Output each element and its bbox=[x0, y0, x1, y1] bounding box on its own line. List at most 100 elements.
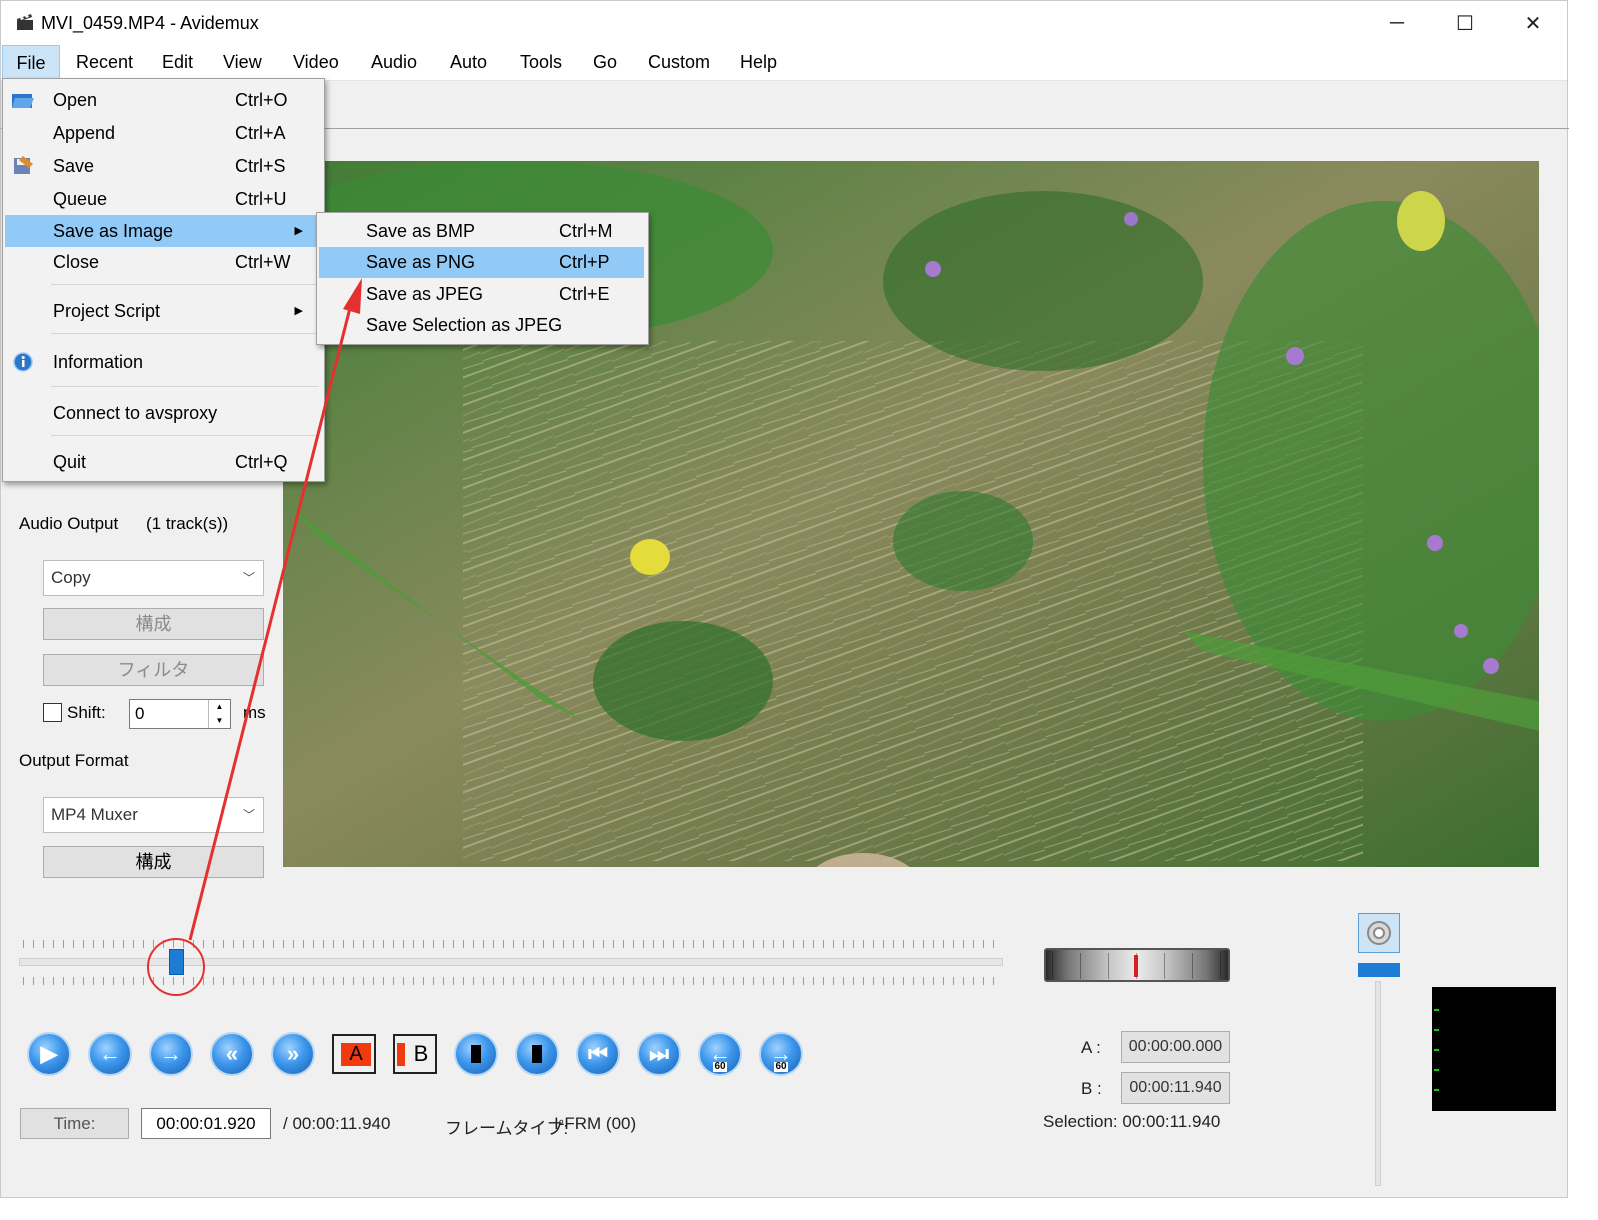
format-configure-button[interactable]: 構成 bbox=[43, 846, 264, 878]
menu-item-save-as-image[interactable]: Save as Image ▶ bbox=[5, 215, 321, 247]
submenu-item-save-selection-jpeg[interactable]: Save Selection as JPEG bbox=[319, 310, 644, 341]
shift-unit: ms bbox=[243, 703, 266, 722]
menu-auto[interactable]: Auto bbox=[450, 45, 487, 79]
menu-item-label: Close bbox=[53, 252, 100, 272]
save-icon bbox=[14, 156, 33, 174]
first-frame-button[interactable]: ⏮ bbox=[576, 1032, 620, 1076]
volume-slider[interactable] bbox=[1375, 981, 1381, 1186]
menu-item-open[interactable]: Open Ctrl+O bbox=[5, 84, 321, 116]
menu-item-connect-avsproxy[interactable]: Connect to avsproxy bbox=[5, 397, 321, 429]
audio-filter-button[interactable]: フィルタ bbox=[43, 654, 264, 686]
meter-tick bbox=[1434, 1089, 1439, 1091]
clapperboard-icon bbox=[17, 14, 33, 30]
goto-b-icon bbox=[532, 1045, 542, 1063]
audio-meter bbox=[1432, 987, 1556, 1111]
output-format-value: MP4 Muxer bbox=[51, 805, 138, 824]
minimize-button[interactable]: ─ bbox=[1363, 1, 1431, 45]
shift-checkbox[interactable] bbox=[43, 703, 62, 722]
menu-item-save[interactable]: Save Ctrl+S bbox=[5, 150, 321, 182]
menu-item-label: Queue bbox=[53, 189, 108, 209]
menu-item-label: Append bbox=[53, 123, 116, 143]
meter-tick bbox=[1434, 1069, 1439, 1071]
previous-frame-button[interactable]: ← bbox=[88, 1032, 132, 1076]
submenu-item-save-png[interactable]: Save as PNG Ctrl+P bbox=[319, 247, 644, 278]
title-bar: MVI_0459.MP4 - Avidemux ─ ☐ ✕ bbox=[1, 1, 1567, 45]
seek-forward-label: 60 bbox=[774, 1061, 788, 1072]
spin-up-icon[interactable]: ▲ bbox=[208, 700, 230, 714]
submenu-item-shortcut: Ctrl+E bbox=[559, 284, 610, 304]
menu-recent[interactable]: Recent bbox=[76, 45, 133, 79]
menu-file[interactable]: File bbox=[2, 45, 60, 79]
shuttle-needle bbox=[1134, 955, 1138, 977]
menu-custom[interactable]: Custom bbox=[648, 45, 710, 79]
menu-view[interactable]: View bbox=[223, 45, 262, 79]
last-frame-button[interactable]: ⏭ bbox=[637, 1032, 681, 1076]
spin-down-icon[interactable]: ▼ bbox=[208, 714, 230, 728]
menu-item-information[interactable]: Information bbox=[5, 346, 321, 378]
submenu-item-save-jpeg[interactable]: Save as JPEG Ctrl+E bbox=[319, 279, 644, 310]
menu-item-shortcut: Ctrl+Q bbox=[235, 452, 288, 472]
submenu-item-label: Save as PNG bbox=[366, 252, 476, 272]
menu-help[interactable]: Help bbox=[740, 45, 777, 79]
volume-button[interactable] bbox=[1358, 913, 1400, 953]
seek-back-label: 60 bbox=[713, 1061, 727, 1072]
next-frame-button[interactable]: → bbox=[149, 1032, 193, 1076]
menu-item-shortcut: Ctrl+S bbox=[235, 156, 286, 176]
next-keyframe-button[interactable]: » bbox=[271, 1032, 315, 1076]
chevron-down-icon: ﹀ bbox=[242, 808, 255, 822]
output-format-select[interactable]: MP4 Muxer ﹀ bbox=[43, 797, 264, 833]
submenu-item-label: Save Selection as JPEG bbox=[366, 315, 563, 335]
frame-type-value: I-FRM (00) bbox=[554, 1114, 637, 1133]
submenu-item-shortcut: Ctrl+M bbox=[559, 221, 613, 241]
goto-marker-a-button[interactable] bbox=[454, 1032, 498, 1076]
menu-separator bbox=[51, 435, 319, 436]
audio-configure-button[interactable]: 構成 bbox=[43, 608, 264, 640]
menu-item-label: Save as Image bbox=[53, 221, 174, 241]
set-marker-a-button[interactable]: A bbox=[332, 1034, 376, 1074]
submenu-arrow-icon: ▶ bbox=[294, 305, 303, 317]
current-time-field[interactable]: 00:00:01.920 bbox=[141, 1108, 271, 1139]
meter-tick bbox=[1434, 1009, 1439, 1011]
time-button[interactable]: Time: bbox=[20, 1108, 129, 1139]
submenu-item-save-bmp[interactable]: Save as BMP Ctrl+M bbox=[319, 216, 644, 247]
goto-a-icon bbox=[471, 1045, 481, 1063]
back-60s-button[interactable]: ← 60 bbox=[698, 1032, 742, 1076]
chevron-down-icon: ﹀ bbox=[242, 571, 255, 585]
menu-item-append[interactable]: Append Ctrl+A bbox=[5, 117, 321, 149]
forward-60s-button[interactable]: → 60 bbox=[759, 1032, 803, 1076]
menu-item-queue[interactable]: Queue Ctrl+U bbox=[5, 183, 321, 215]
audio-codec-select[interactable]: Copy ﹀ bbox=[43, 560, 264, 596]
menu-separator bbox=[51, 386, 319, 387]
menu-item-quit[interactable]: Quit Ctrl+Q bbox=[5, 446, 321, 478]
marker-b-icon bbox=[397, 1043, 405, 1066]
menu-item-label: Information bbox=[53, 352, 144, 372]
menu-bar: File Recent Edit View Video Audio Auto T… bbox=[1, 45, 1567, 81]
shift-label: Shift: bbox=[67, 703, 106, 722]
menu-edit[interactable]: Edit bbox=[162, 45, 193, 79]
menu-tools[interactable]: Tools bbox=[520, 45, 562, 79]
menu-item-project-script[interactable]: Project Script ▶ bbox=[5, 295, 321, 327]
play-button[interactable]: ▶ bbox=[27, 1032, 71, 1076]
shuttle-jog[interactable] bbox=[1044, 948, 1230, 982]
close-button[interactable]: ✕ bbox=[1499, 1, 1567, 45]
menu-video[interactable]: Video bbox=[293, 45, 339, 79]
menu-item-label: Quit bbox=[53, 452, 87, 472]
menu-audio[interactable]: Audio bbox=[371, 45, 417, 79]
maximize-button[interactable]: ☐ bbox=[1431, 1, 1499, 45]
open-folder-icon bbox=[12, 94, 34, 108]
previous-keyframe-button[interactable]: « bbox=[210, 1032, 254, 1076]
menu-separator bbox=[51, 333, 319, 334]
menu-item-label: Project Script bbox=[53, 301, 161, 321]
goto-marker-b-button[interactable] bbox=[515, 1032, 559, 1076]
submenu-item-label: Save as BMP bbox=[366, 221, 476, 241]
selection-duration: Selection: 00:00:11.940 bbox=[1043, 1112, 1221, 1131]
annotation-circle bbox=[147, 938, 206, 996]
set-marker-b-button[interactable]: B bbox=[393, 1034, 437, 1074]
menu-item-shortcut: Ctrl+U bbox=[235, 189, 287, 209]
submenu-item-shortcut: Ctrl+P bbox=[559, 252, 610, 272]
shift-spinbox[interactable]: 0 ▲ ▼ bbox=[129, 699, 231, 729]
play-icon: ▶ bbox=[40, 1041, 58, 1066]
menu-item-close[interactable]: Close Ctrl+W bbox=[5, 246, 321, 278]
menu-go[interactable]: Go bbox=[593, 45, 617, 79]
marker-a-icon: A bbox=[341, 1043, 371, 1066]
